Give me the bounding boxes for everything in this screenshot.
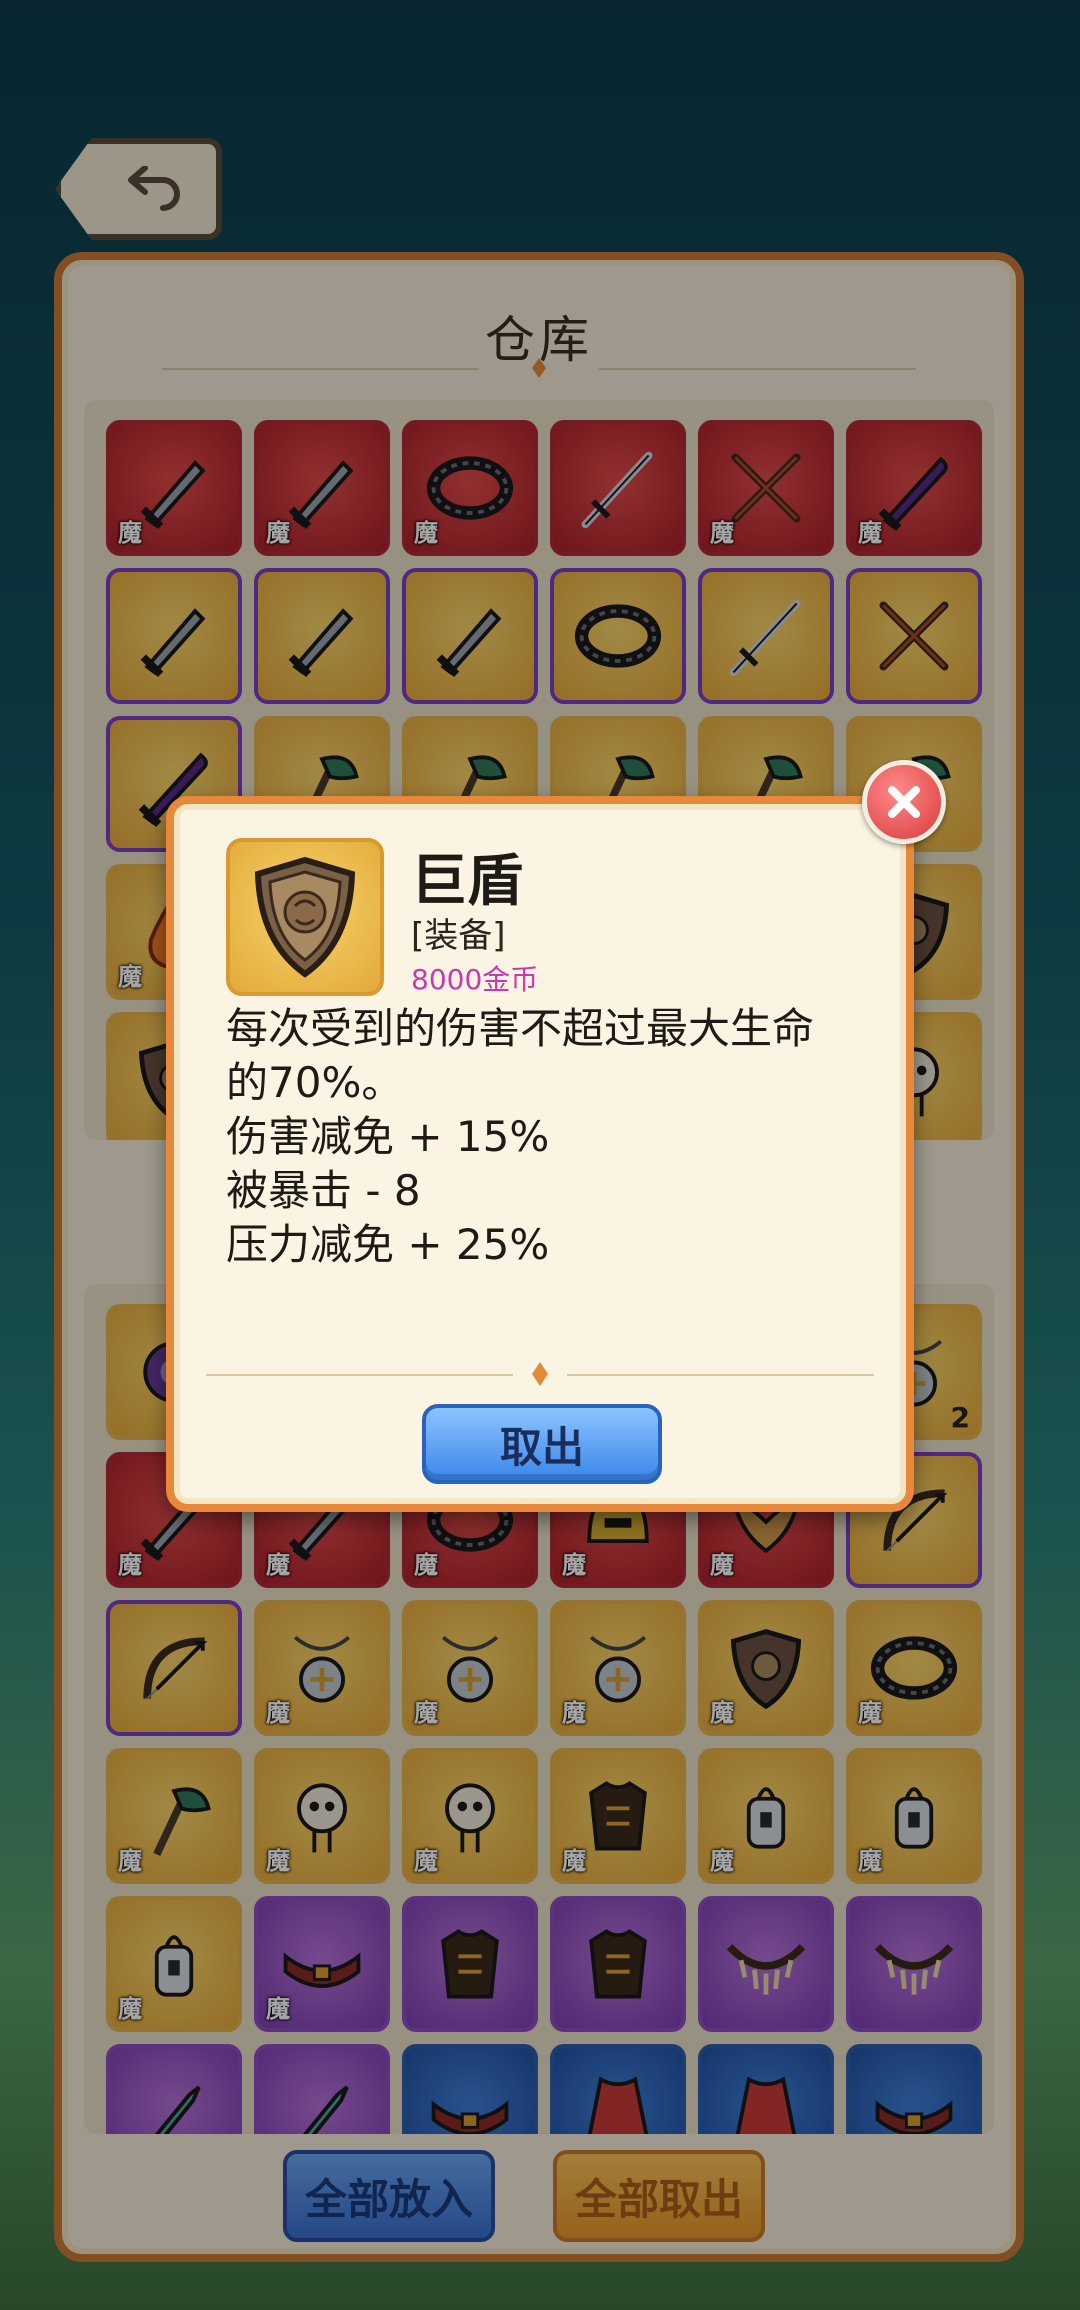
desc-line: 的70%。 xyxy=(226,1058,404,1107)
desc-line: 每次受到的伤害不超过最大生命 xyxy=(226,1004,815,1053)
close-button[interactable] xyxy=(862,760,946,844)
desc-line: 压力减免 + 25% xyxy=(226,1220,550,1269)
desc-line: 被暴击 - 8 xyxy=(226,1166,421,1215)
item-type: [装备] xyxy=(411,916,506,956)
shield-icon xyxy=(254,856,356,978)
popup-divider xyxy=(206,1362,874,1386)
item-icon-frame xyxy=(226,838,384,996)
item-detail-popup: 巨盾 [装备] 8000金币 每次受到的伤害不超过最大生命 的70%。 伤害减免… xyxy=(166,796,914,1512)
item-price: 8000金币 xyxy=(411,963,539,996)
desc-line: 伤害减免 + 15% xyxy=(226,1112,550,1161)
item-description: 每次受到的伤害不超过最大生命 的70%。 伤害减免 + 15% 被暴击 - 8 … xyxy=(226,1002,886,1272)
close-icon xyxy=(888,786,920,818)
item-name: 巨盾 xyxy=(411,849,523,914)
take-out-button[interactable]: 取出 xyxy=(422,1404,662,1484)
